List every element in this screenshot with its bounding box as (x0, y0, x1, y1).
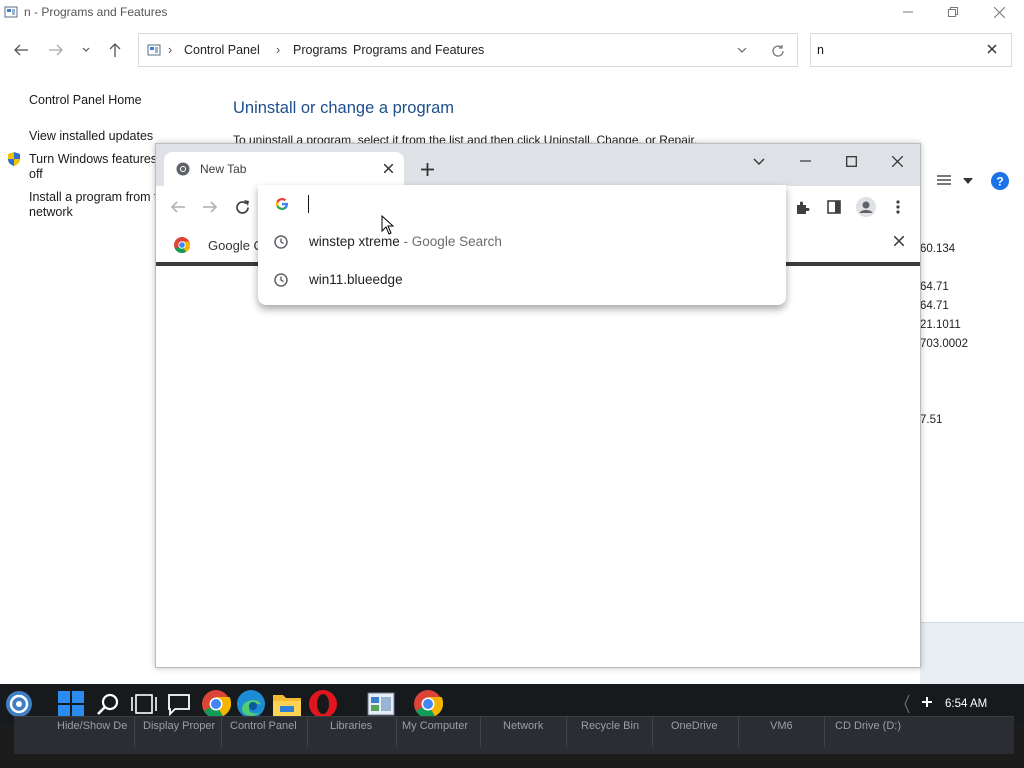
back-arrow-icon[interactable] (167, 196, 189, 218)
taskbar: 6:54 AM Hide/Show De Display Proper Cont… (0, 684, 1024, 768)
dock-separator (134, 717, 135, 747)
chrome-tab-icon (176, 162, 190, 176)
more-menu-icon[interactable] (887, 196, 909, 218)
reload-icon[interactable] (231, 196, 253, 218)
extensions-icon[interactable] (791, 196, 813, 218)
close-button[interactable] (976, 0, 1022, 24)
program-version: 703.0002 (920, 338, 968, 350)
system-clock[interactable]: 6:54 AM (945, 698, 987, 710)
breadcrumb-programs-and-features[interactable]: Programs and Features (353, 43, 484, 57)
breadcrumb-control-panel[interactable]: Control Panel (184, 43, 260, 57)
chrome-logo-icon (174, 237, 190, 253)
dock-separator (566, 717, 567, 747)
recent-dropdown-icon[interactable] (76, 40, 96, 60)
dock-item-display-properties[interactable]: Display Proper (143, 720, 215, 732)
tab-search-icon[interactable] (745, 150, 773, 172)
view-installed-updates-link[interactable]: View installed updates (29, 129, 153, 144)
dock-item-recycle-bin[interactable]: Recycle Bin (581, 720, 639, 732)
minimize-button[interactable] (791, 150, 819, 172)
restore-button[interactable] (930, 0, 976, 24)
new-tab-button[interactable] (416, 158, 438, 180)
search-input[interactable]: n (810, 33, 1012, 67)
tab-new-tab[interactable]: New Tab (164, 152, 404, 186)
program-version: 60.134 (920, 243, 956, 255)
omnibox-input[interactable] (258, 185, 786, 223)
history-clock-icon (274, 273, 288, 287)
dock-separator (738, 717, 739, 747)
tab-strip: New Tab (156, 144, 920, 186)
dock-item-onedrive[interactable]: OneDrive (671, 720, 717, 732)
install-from-network-link[interactable]: Install a program from tl (29, 190, 160, 205)
page-title: Uninstall or change a program (233, 99, 455, 117)
breadcrumb-separator-icon: › (276, 43, 281, 57)
suggestion-item[interactable]: winstep xtreme - Google Search (258, 223, 786, 261)
dock-item-libraries[interactable]: Libraries (330, 720, 372, 732)
chevron-down-icon[interactable] (737, 47, 747, 53)
dock-separator (480, 717, 481, 747)
dock-separator (824, 717, 825, 747)
suggestion-text: winstep xtreme (309, 234, 400, 249)
minimize-button[interactable] (885, 0, 931, 24)
program-version: 21.1011 (920, 319, 961, 331)
clear-search-icon[interactable] (987, 44, 997, 54)
dock-item-cd-drive[interactable]: CD Drive (D:) (835, 720, 901, 732)
maximize-button[interactable] (837, 150, 865, 172)
dock-item-network[interactable]: Network (503, 720, 543, 732)
suggestion-text: win11.blueedge (309, 272, 403, 287)
install-from-network-link-line2[interactable]: network (29, 205, 73, 220)
address-bar[interactable]: › Control Panel › Programs › Programs an… (138, 33, 798, 67)
control-panel-icon (147, 43, 161, 57)
profile-avatar-icon[interactable] (855, 196, 877, 218)
side-panel-icon[interactable] (823, 196, 845, 218)
dock-separator (307, 717, 308, 747)
dock-separator (221, 717, 222, 747)
breadcrumb-separator-icon: › (168, 43, 173, 57)
window-title: n - Programs and Features (24, 5, 168, 19)
forward-arrow-icon[interactable] (46, 40, 66, 60)
view-options-icon[interactable] (937, 174, 951, 186)
control-panel-home-link[interactable]: Control Panel Home (29, 93, 142, 108)
help-icon[interactable]: ? (991, 172, 1009, 190)
dock-item-hide-show-desktop[interactable]: Hide/Show De (57, 720, 127, 732)
control-panel-icon (4, 5, 18, 19)
close-bar-icon[interactable] (894, 236, 904, 246)
dock-item-my-computer[interactable]: My Computer (402, 720, 468, 732)
tray-separator-icon (904, 694, 910, 714)
tab-title: New Tab (200, 162, 247, 176)
back-arrow-icon[interactable] (11, 40, 31, 60)
mouse-cursor-icon (381, 215, 394, 235)
svg-text:?: ? (996, 175, 1003, 189)
up-arrow-icon[interactable] (105, 40, 125, 60)
dock-bar: Hide/Show De Display Proper Control Pane… (14, 716, 1014, 754)
dock-item-control-panel[interactable]: Control Panel (230, 720, 297, 732)
program-version: 7.51 (920, 414, 943, 426)
notification-icon[interactable] (922, 697, 932, 707)
program-version: 64.71 (920, 281, 949, 293)
suggestion-item[interactable]: win11.blueedge (258, 261, 786, 299)
history-clock-icon (274, 235, 288, 249)
close-tab-icon[interactable] (380, 160, 396, 176)
refresh-icon[interactable] (771, 44, 785, 58)
omnibox-dropdown: winstep xtreme - Google Search win11.blu… (258, 185, 786, 305)
close-button[interactable] (883, 150, 911, 172)
bookmark-google[interactable]: Google C (208, 238, 263, 253)
control-panel-titlebar: n - Programs and Features (0, 0, 1024, 26)
text-caret (308, 195, 309, 213)
program-version: 64.71 (920, 300, 949, 312)
suggestion-subtext: - Google Search (399, 234, 502, 249)
breadcrumb-separator-icon: › (337, 43, 342, 57)
google-g-icon (275, 197, 289, 211)
details-pane (920, 622, 1024, 684)
windows-features-link-line2[interactable]: off (29, 167, 43, 182)
dock-separator (396, 717, 397, 747)
shield-icon (6, 151, 22, 167)
forward-arrow-icon[interactable] (199, 196, 221, 218)
windows-features-link[interactable]: Turn Windows features o (29, 152, 167, 167)
dock-item-vm6[interactable]: VM6 (770, 720, 793, 732)
search-value: n (817, 43, 824, 57)
dock-separator (652, 717, 653, 747)
view-dropdown-icon[interactable] (963, 178, 973, 184)
